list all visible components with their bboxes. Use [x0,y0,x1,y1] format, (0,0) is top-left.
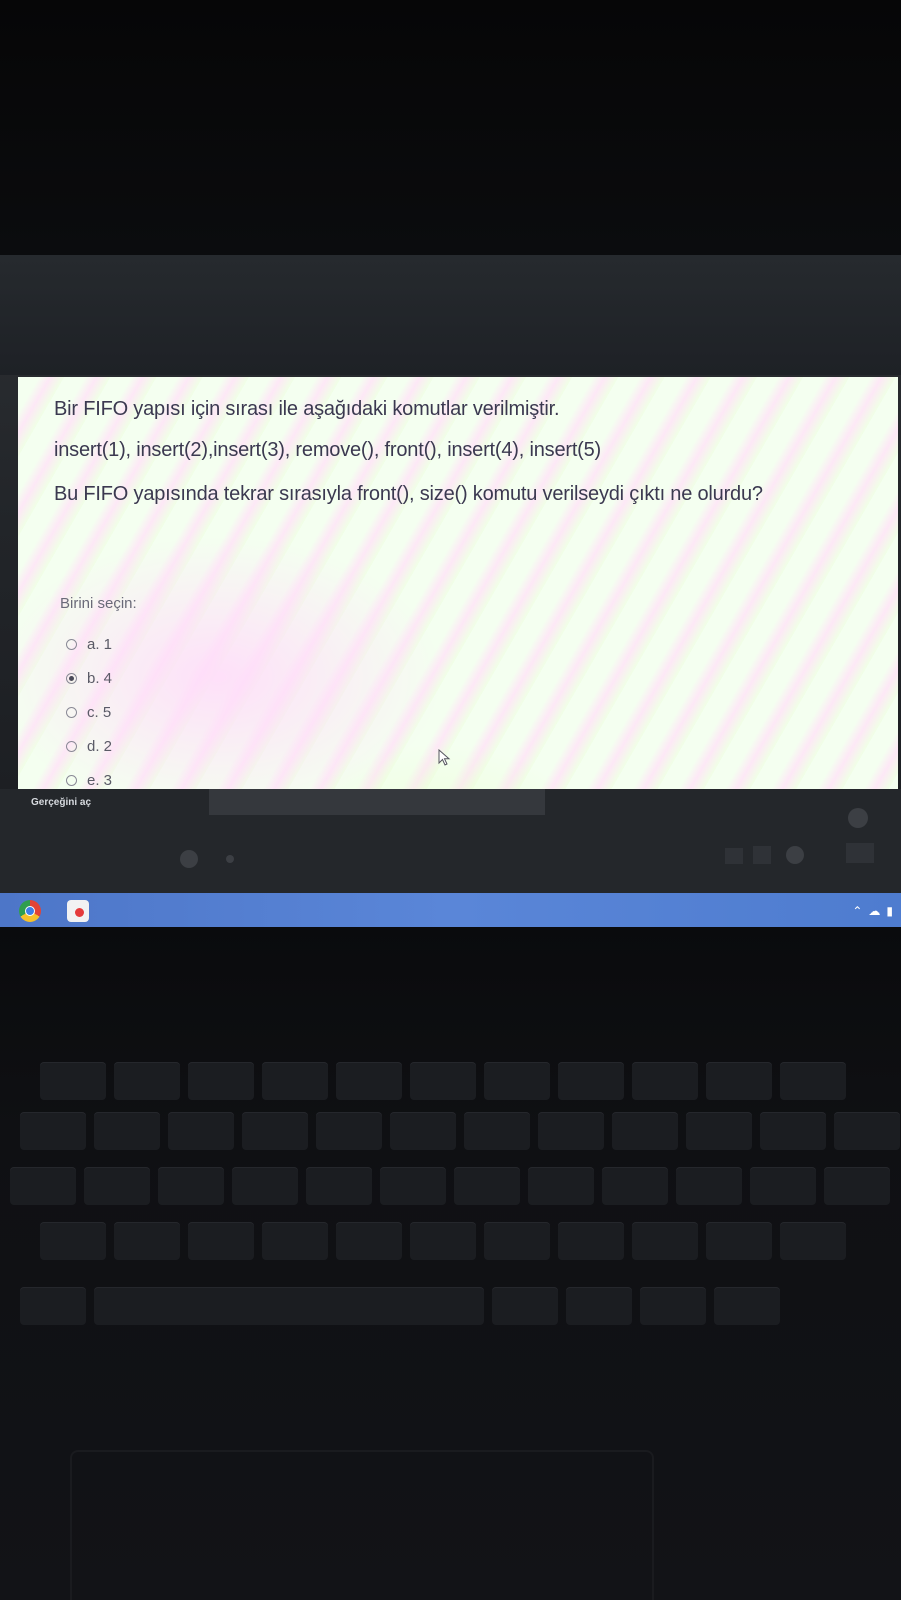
mouse-cursor-icon [438,749,451,766]
answer-option-label[interactable]: b. 4 [87,670,112,687]
keyboard-key [188,1062,254,1100]
keyboard-key [706,1062,772,1100]
keyboard-key [336,1222,402,1260]
screen-top-strip [0,255,901,375]
keyboard-key [492,1287,558,1325]
keyboard-row [40,1062,846,1100]
answer-option-e[interactable]: e. 3 [66,763,112,789]
keyboard-key [780,1062,846,1100]
overlay-control-icon[interactable] [846,843,874,863]
radio-button-d[interactable] [66,740,77,752]
keyboard-key [390,1112,456,1150]
overlay-control-icon[interactable] [180,850,198,868]
keyboard-key [632,1222,698,1260]
keyboard-key [602,1167,668,1205]
answer-option-label[interactable]: d. 2 [87,738,112,755]
keyboard-key [632,1062,698,1100]
keyboard-key [676,1167,742,1205]
keyboard-key [706,1222,772,1260]
keyboard-row [20,1112,900,1150]
answer-option-a[interactable]: a. 1 [66,627,112,661]
radio-button-b[interactable] [66,672,77,684]
keyboard-key [750,1167,816,1205]
keyboard-key [306,1167,372,1205]
question-text-line-2: insert(1), insert(2),insert(3), remove()… [54,439,602,461]
keyboard-key [566,1287,632,1325]
overlay-control-icon[interactable] [226,855,234,863]
spacebar-key [94,1287,484,1325]
keyboard-key [558,1062,624,1100]
keyboard-key [834,1112,900,1150]
answer-option-label[interactable]: e. 3 [87,772,112,789]
keyboard-key [158,1167,224,1205]
quiz-question-card: Bir FIFO yapısı için sırası ile aşağıdak… [18,377,898,789]
keyboard-key [94,1112,160,1150]
keyboard-key [10,1167,76,1205]
keyboard-key [410,1222,476,1260]
keyboard-key [262,1222,328,1260]
keyboard-key [114,1222,180,1260]
keyboard-key [760,1112,826,1150]
keyboard-key [484,1062,550,1100]
keyboard-key [464,1112,530,1150]
blurred-control-bar [209,789,545,815]
system-tray: ⌃ ☁ ▮ [852,901,893,921]
keyboard-key [640,1287,706,1325]
overlay-control-icon[interactable] [786,846,804,864]
keyboard-key [484,1222,550,1260]
keyboard-key [262,1062,328,1100]
keyboard-key [336,1062,402,1100]
overlay-control-icon[interactable] [725,848,743,864]
chrome-icon[interactable] [19,900,41,922]
reality-toggle-label[interactable]: Gerçeğini aç [31,797,91,808]
overlay-control-icon[interactable] [848,808,868,828]
keyboard-row [10,1167,890,1205]
windows-taskbar [0,893,901,927]
keyboard-key [686,1112,752,1150]
answer-options: a. 1 b. 4 c. 5 d. 2 e. 3 [66,627,112,789]
laptop-trackpad [70,1450,654,1600]
answer-option-label[interactable]: a. 1 [87,636,112,653]
keyboard-key [20,1112,86,1150]
keyboard-key [168,1112,234,1150]
keyboard-key [780,1222,846,1260]
chevron-up-icon[interactable]: ⌃ [852,904,862,918]
keyboard-row [40,1222,846,1260]
choose-one-label: Birini seçin: [60,595,137,612]
keyboard-key [612,1112,678,1150]
radio-button-e[interactable] [66,774,77,786]
keyboard-key [40,1222,106,1260]
keyboard-key [242,1112,308,1150]
keyboard-key [114,1062,180,1100]
keyboard-key [714,1287,780,1325]
keyboard-key [528,1167,594,1205]
battery-icon[interactable]: ▮ [886,904,893,918]
keyboard-key [40,1062,106,1100]
answer-option-c[interactable]: c. 5 [66,695,112,729]
keyboard-key [558,1222,624,1260]
cloud-icon[interactable]: ☁ [868,904,880,918]
keyboard-key [454,1167,520,1205]
keyboard-row [20,1287,780,1325]
keyboard-key [410,1062,476,1100]
keyboard-key [232,1167,298,1205]
answer-option-d[interactable]: d. 2 [66,729,112,763]
keyboard-key [188,1222,254,1260]
photo-frame: Bir FIFO yapısı için sırası ile aşağıdak… [0,0,901,1600]
answer-option-b[interactable]: b. 4 [66,661,112,695]
keyboard-key [824,1167,890,1205]
laptop-bezel-top [0,0,901,255]
question-text-line-1: Bir FIFO yapısı için sırası ile aşağıdak… [54,398,560,420]
question-text-line-3: Bu FIFO yapısında tekrar sırasıyla front… [54,483,763,505]
app-icon[interactable] [67,900,89,922]
keyboard-key [316,1112,382,1150]
radio-button-c[interactable] [66,706,77,718]
keyboard-key [20,1287,86,1325]
answer-option-label[interactable]: c. 5 [87,704,111,721]
keyboard-key [380,1167,446,1205]
keyboard-key [538,1112,604,1150]
overlay-control-icon[interactable] [753,846,771,864]
keyboard-key [84,1167,150,1205]
radio-button-a[interactable] [66,638,77,650]
